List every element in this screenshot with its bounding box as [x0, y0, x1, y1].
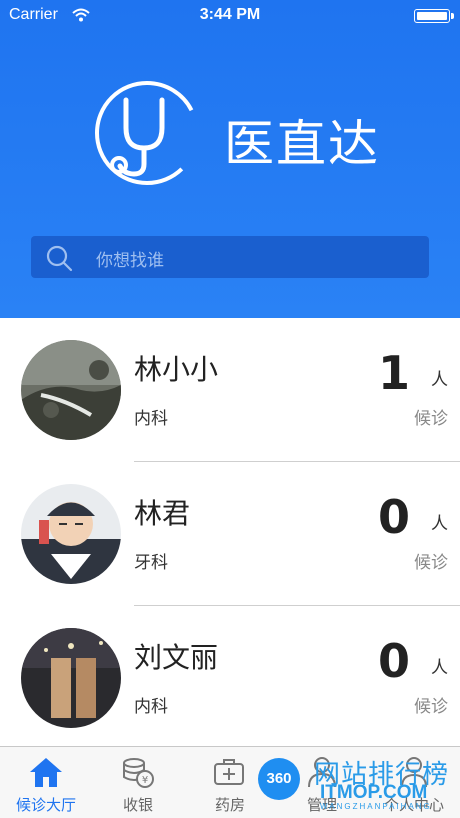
medicine-kit-icon: [212, 755, 248, 789]
waiting-label: 候诊: [414, 697, 448, 717]
watermark-sub: WANGZHANPAIHANG: [320, 802, 432, 811]
battery-icon: [414, 9, 454, 23]
doctor-name: 刘文丽: [134, 641, 219, 674]
tab-waiting-hall[interactable]: 候诊大厅: [0, 747, 92, 818]
doctor-department: 内科: [134, 409, 168, 429]
search-input[interactable]: 你想找谁: [31, 236, 429, 278]
waiting-count: 0: [377, 490, 410, 544]
tab-label: 候诊大厅: [15, 796, 76, 814]
status-bar: Carrier 3:44 PM: [0, 0, 460, 32]
tab-cashier[interactable]: ¥ 收银: [92, 747, 184, 818]
watermark-badge: 360: [258, 758, 300, 800]
header: Carrier 3:44 PM 医直达 你想找谁: [0, 0, 460, 318]
waiting-count: 1: [377, 346, 410, 400]
doctor-name: 林小小: [134, 353, 219, 386]
waiting-label: 候诊: [414, 409, 448, 429]
search-placeholder: 你想找谁: [96, 251, 164, 271]
waiting-label: 候诊: [414, 553, 448, 573]
doctor-department: 内科: [134, 697, 168, 717]
count-unit: 人: [431, 514, 448, 534]
svg-text:¥: ¥: [142, 775, 148, 786]
count-unit: 人: [431, 658, 448, 678]
coins-icon: ¥: [120, 755, 156, 789]
app-title: 医直达: [224, 115, 380, 173]
avatar: [21, 340, 121, 440]
search-icon: [45, 244, 73, 276]
doctor-row[interactable]: 刘文丽 内科 0 人 候诊: [0, 606, 460, 750]
avatar: [21, 628, 121, 728]
doctor-department: 牙科: [134, 553, 168, 573]
avatar: [21, 484, 121, 584]
watermark-domain: ITMOP.COM: [320, 782, 428, 803]
doctor-name: 林君: [134, 497, 191, 530]
stethoscope-icon: [92, 78, 202, 188]
watermark: 360 网站排行榜 ITMOP.COM WANGZHANPAIHANG: [258, 752, 458, 814]
doctor-row[interactable]: 林小小 内科 1 人 候诊: [0, 318, 460, 462]
count-unit: 人: [431, 370, 448, 390]
status-time: 3:44 PM: [199, 6, 261, 23]
tab-label: 收银: [122, 796, 153, 814]
home-icon: [28, 755, 64, 789]
doctor-list: 林小小 内科 1 人 候诊 林君 牙科 0 人 候诊 刘文丽 内科 0 人 候诊: [0, 318, 460, 746]
doctor-row[interactable]: 林君 牙科 0 人 候诊: [0, 462, 460, 606]
waiting-count: 0: [377, 634, 410, 688]
